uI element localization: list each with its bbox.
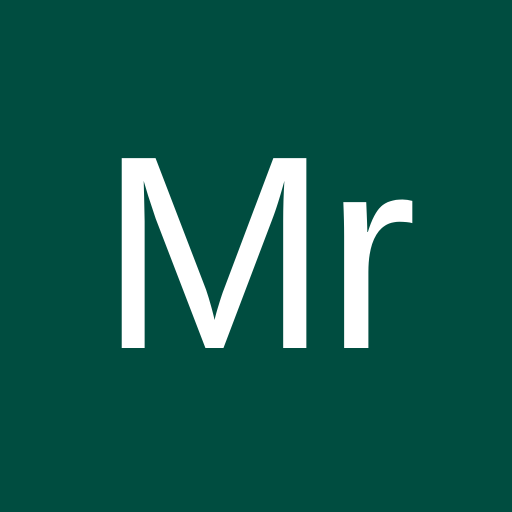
avatar-initials: Mr [99, 99, 417, 407]
avatar: Mr [0, 0, 512, 512]
